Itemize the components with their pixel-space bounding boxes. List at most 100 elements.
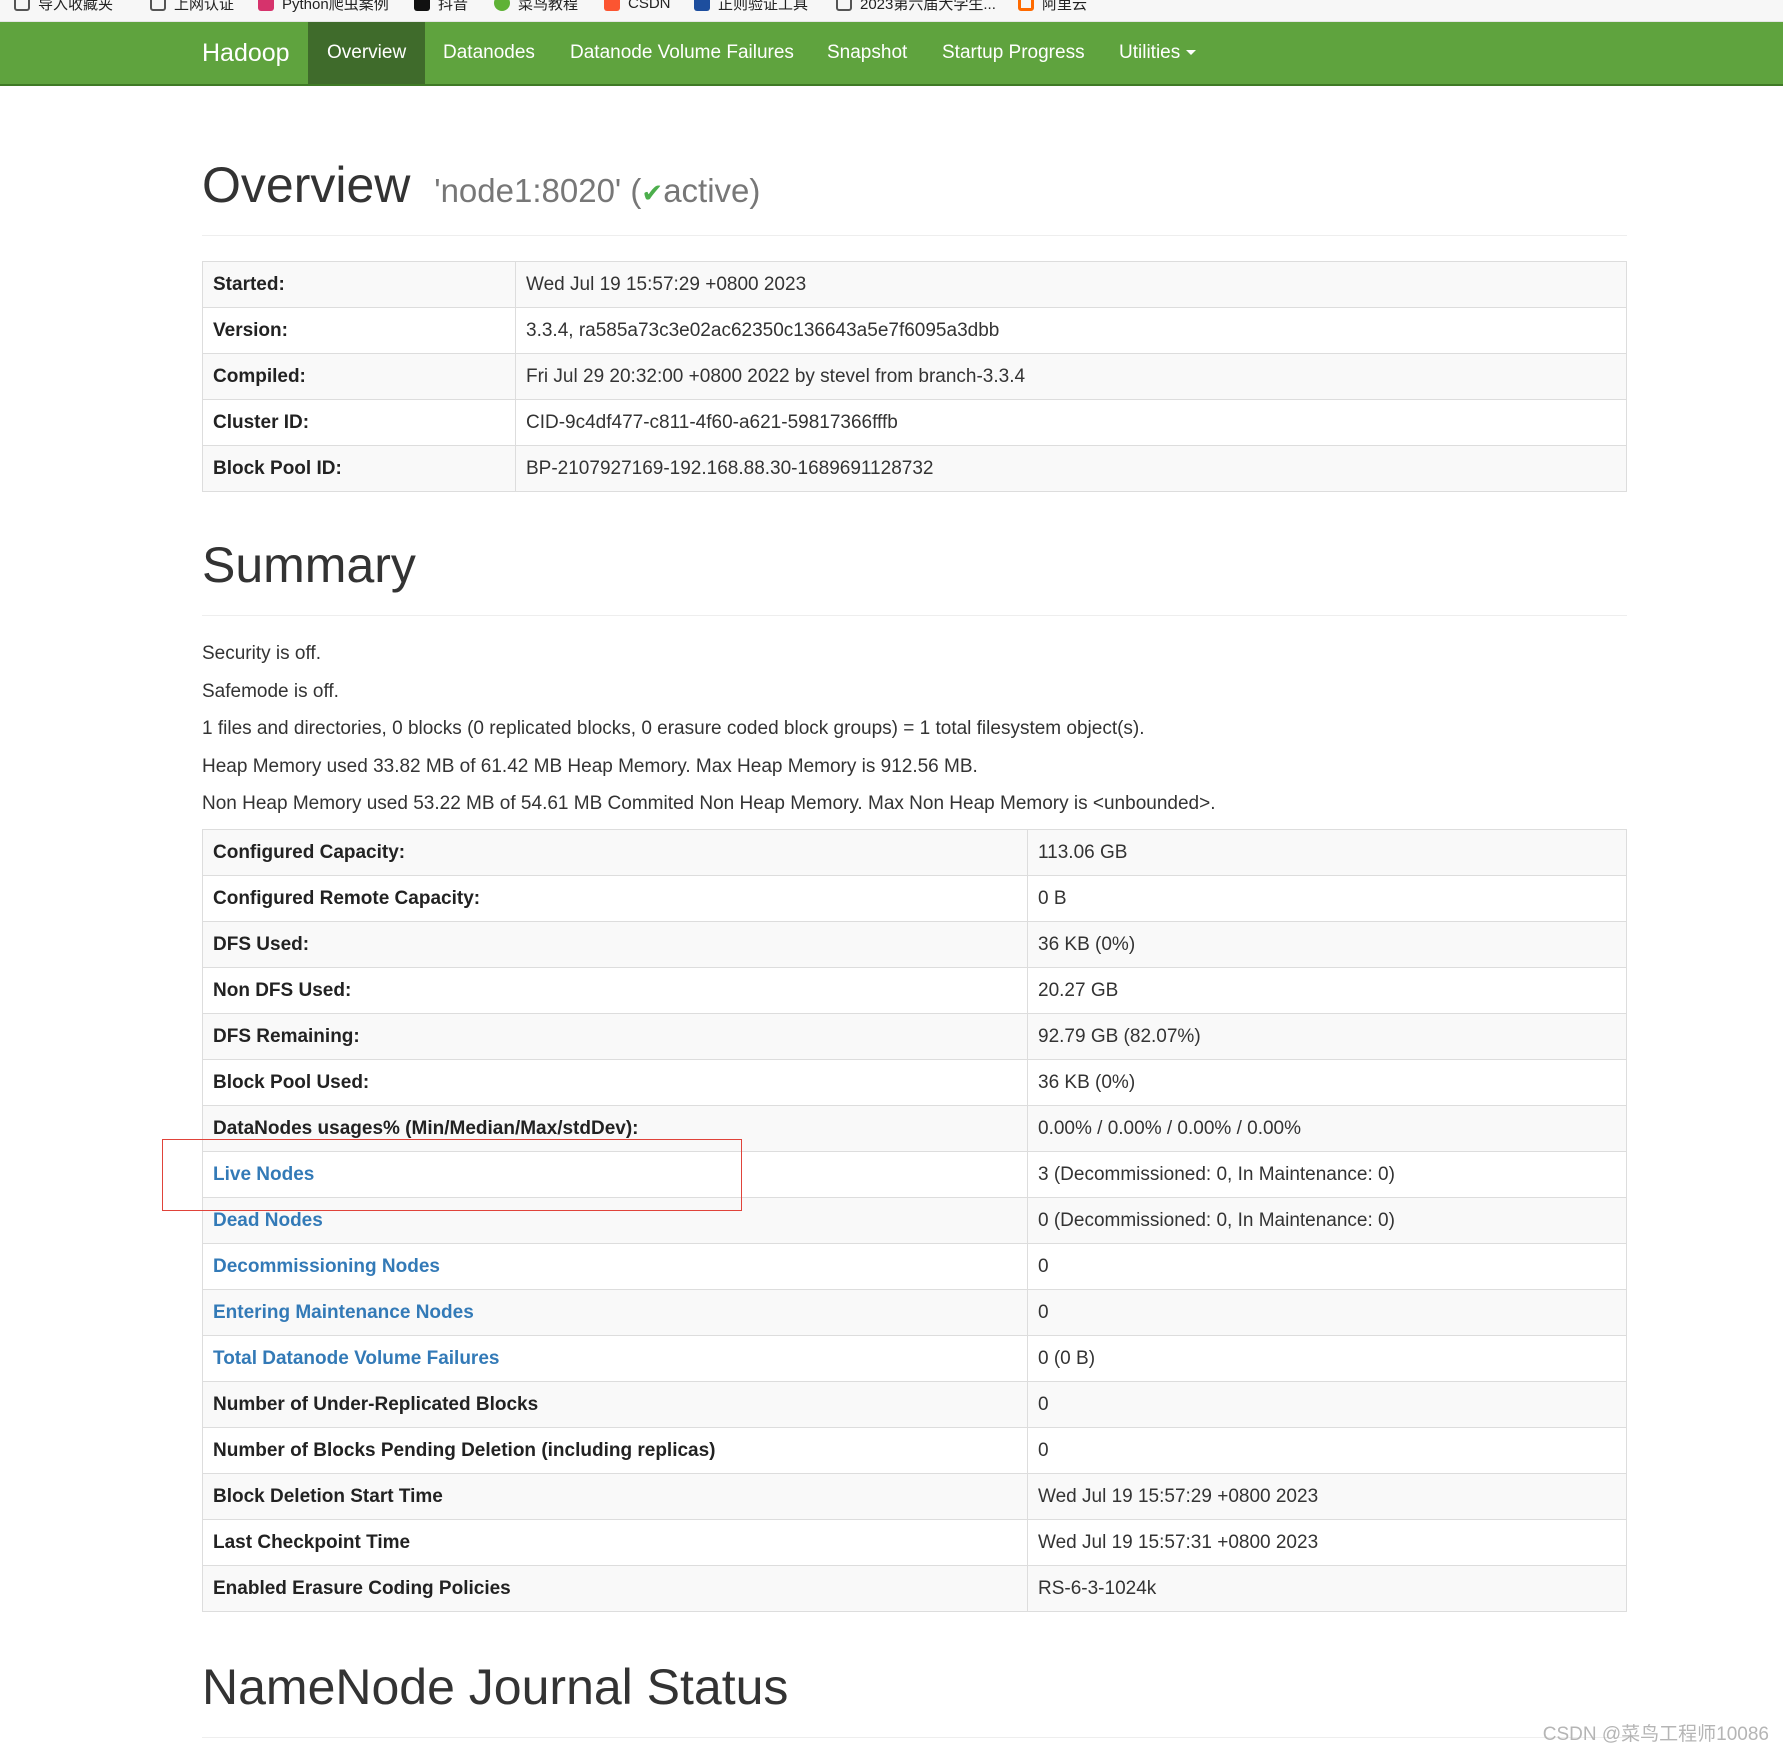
bookmarks-bar: 导入收藏夹 上网认证 Python爬虫案例 抖音 菜鸟教程 CSDN 正则验证工…	[0, 0, 1783, 22]
row-value: 0 (Decommissioned: 0, In Maintenance: 0)	[1027, 1197, 1627, 1244]
page-icon	[150, 0, 166, 11]
row-value: 0	[1027, 1427, 1627, 1474]
overview-header: Overview 'node1:8020' (✔active)	[202, 160, 1627, 236]
live-nodes-link[interactable]: Live Nodes	[213, 1164, 314, 1185]
row-label: Block Pool ID:	[202, 445, 516, 492]
row-value: Wed Jul 19 15:57:29 +0800 2023	[515, 261, 1627, 308]
row-label: DFS Used:	[202, 921, 1028, 968]
row-value: 36 KB (0%)	[1027, 1059, 1627, 1106]
nav-datanode-volume-failures[interactable]: Datanode Volume Failures	[551, 22, 813, 84]
entering-maintenance-nodes-link[interactable]: Entering Maintenance Nodes	[213, 1302, 474, 1323]
row-value: 0.00% / 0.00% / 0.00% / 0.00%	[1027, 1105, 1627, 1152]
row-label: Cluster ID:	[202, 399, 516, 446]
table-row: Configured Capacity: 113.06 GB	[202, 829, 1627, 876]
journal-header: NameNode Journal Status	[202, 1662, 1627, 1738]
row-label: DFS Remaining:	[202, 1013, 1028, 1060]
dead-nodes-link[interactable]: Dead Nodes	[213, 1210, 323, 1231]
namenode-state: active)	[663, 172, 761, 209]
nav-datanodes[interactable]: Datanodes	[424, 22, 554, 84]
non-heap-memory: Non Heap Memory used 53.22 MB of 54.61 M…	[202, 793, 1216, 814]
bookmark-import[interactable]: 导入收藏夹	[14, 0, 113, 14]
row-label: Block Deletion Start Time	[202, 1473, 1028, 1520]
row-label: Enabled Erasure Coding Policies	[202, 1565, 1028, 1612]
row-label: Number of Under-Replicated Blocks	[202, 1381, 1028, 1428]
bookmark-douyin[interactable]: 抖音	[414, 0, 468, 14]
table-row: Cluster ID: CID-9c4df477-c811-4f60-a621-…	[202, 399, 1627, 446]
bookmark-contest[interactable]: 2023第六届大学生...	[836, 0, 996, 14]
table-row: Compiled: Fri Jul 29 20:32:00 +0800 2022…	[202, 353, 1627, 400]
table-row: Version: 3.3.4, ra585a73c3e02ac62350c136…	[202, 307, 1627, 354]
row-label: Configured Capacity:	[202, 829, 1028, 876]
decommissioning-nodes-link[interactable]: Decommissioning Nodes	[213, 1256, 440, 1277]
volume-failures-link[interactable]: Total Datanode Volume Failures	[213, 1348, 499, 1369]
namenode-host: 'node1:8020' (✔active)	[434, 172, 761, 209]
watermark: CSDN @菜鸟工程师10086	[1542, 1724, 1769, 1745]
bookmark-regex[interactable]: 正则验证工具	[694, 0, 808, 14]
nav-startup-progress[interactable]: Startup Progress	[923, 22, 1104, 84]
row-value: 0 B	[1027, 875, 1627, 922]
summary-section: Configured Capacity: 113.06 GB Configure…	[202, 829, 1627, 1612]
row-value: CID-9c4df477-c811-4f60-a621-59817366fffb	[515, 399, 1627, 446]
row-value: 36 KB (0%)	[1027, 921, 1627, 968]
regex-tool-icon	[694, 0, 710, 11]
brand-logo[interactable]: Hadoop	[202, 22, 290, 84]
row-label: Configured Remote Capacity:	[202, 875, 1028, 922]
csdn-icon	[604, 0, 620, 11]
row-value: 113.06 GB	[1027, 829, 1627, 876]
summary-title: Summary	[202, 537, 416, 593]
table-row: Entering Maintenance Nodes 0	[202, 1289, 1627, 1336]
bookmark-csdn[interactable]: CSDN	[604, 0, 671, 14]
summary-header: Summary	[202, 540, 1627, 616]
bookmark-aliyun[interactable]: 阿里云	[1018, 0, 1087, 14]
table-row: Total Datanode Volume Failures 0 (0 B)	[202, 1335, 1627, 1382]
nav-snapshot[interactable]: Snapshot	[808, 22, 926, 84]
row-value: Wed Jul 19 15:57:31 +0800 2023	[1027, 1519, 1627, 1566]
nav-utilities[interactable]: Utilities	[1100, 22, 1215, 84]
table-row: Number of Blocks Pending Deletion (inclu…	[202, 1427, 1627, 1474]
bookmark-network-auth[interactable]: 上网认证	[150, 0, 234, 14]
nav-overview[interactable]: Overview	[308, 22, 426, 84]
row-label: DataNodes usages% (Min/Median/Max/stdDev…	[202, 1105, 1028, 1152]
row-value: 20.27 GB	[1027, 967, 1627, 1014]
overview-section: Started: Wed Jul 19 15:57:29 +0800 2023 …	[202, 261, 1627, 492]
journal-title: NameNode Journal Status	[202, 1659, 789, 1715]
bookmark-python[interactable]: Python爬虫案例	[258, 0, 389, 14]
row-label: Version:	[202, 307, 516, 354]
overview-title: Overview	[202, 157, 411, 213]
python-site-icon	[258, 0, 274, 11]
row-value: 0	[1027, 1289, 1627, 1336]
table-row: Dead Nodes 0 (Decommissioned: 0, In Main…	[202, 1197, 1627, 1244]
overview-table: Started: Wed Jul 19 15:57:29 +0800 2023 …	[202, 261, 1627, 492]
summary-table: Configured Capacity: 113.06 GB Configure…	[202, 829, 1627, 1612]
row-value: Fri Jul 29 20:32:00 +0800 2022 by stevel…	[515, 353, 1627, 400]
table-row: Non DFS Used: 20.27 GB	[202, 967, 1627, 1014]
summary-lines: Security is off. Safemode is off. 1 file…	[202, 635, 1627, 823]
row-label: Number of Blocks Pending Deletion (inclu…	[202, 1427, 1028, 1474]
douyin-icon	[414, 0, 430, 11]
heap-memory: Heap Memory used 33.82 MB of 61.42 MB He…	[202, 755, 978, 777]
import-icon	[14, 0, 30, 11]
table-row: DFS Used: 36 KB (0%)	[202, 921, 1627, 968]
table-row: DFS Remaining: 92.79 GB (82.07%)	[202, 1013, 1627, 1060]
row-value: 3.3.4, ra585a73c3e02ac62350c136643a5e7f6…	[515, 307, 1627, 354]
table-row: Block Pool ID: BP-2107927169-192.168.88.…	[202, 445, 1627, 492]
row-label: Last Checkpoint Time	[202, 1519, 1028, 1566]
row-value: 3 (Decommissioned: 0, In Maintenance: 0)	[1027, 1151, 1627, 1198]
row-label: Started:	[202, 261, 516, 308]
row-value: 0	[1027, 1381, 1627, 1428]
nav-utilities-label: Utilities	[1119, 42, 1181, 63]
filesystem-objects: 1 files and directories, 0 blocks (0 rep…	[202, 718, 1145, 739]
caret-down-icon	[1186, 50, 1197, 56]
row-label: Compiled:	[202, 353, 516, 400]
bookmark-runoob[interactable]: 菜鸟教程	[494, 0, 578, 14]
page-icon	[836, 0, 852, 11]
row-value: 0 (0 B)	[1027, 1335, 1627, 1382]
row-value: RS-6-3-1024k	[1027, 1565, 1627, 1612]
table-row: Number of Under-Replicated Blocks 0	[202, 1381, 1627, 1428]
row-value: 92.79 GB (82.07%)	[1027, 1013, 1627, 1060]
table-row: Last Checkpoint Time Wed Jul 19 15:57:31…	[202, 1519, 1627, 1566]
row-value: 0	[1027, 1243, 1627, 1290]
table-row: DataNodes usages% (Min/Median/Max/stdDev…	[202, 1105, 1627, 1152]
runoob-icon	[494, 0, 510, 11]
table-row: Configured Remote Capacity: 0 B	[202, 875, 1627, 922]
